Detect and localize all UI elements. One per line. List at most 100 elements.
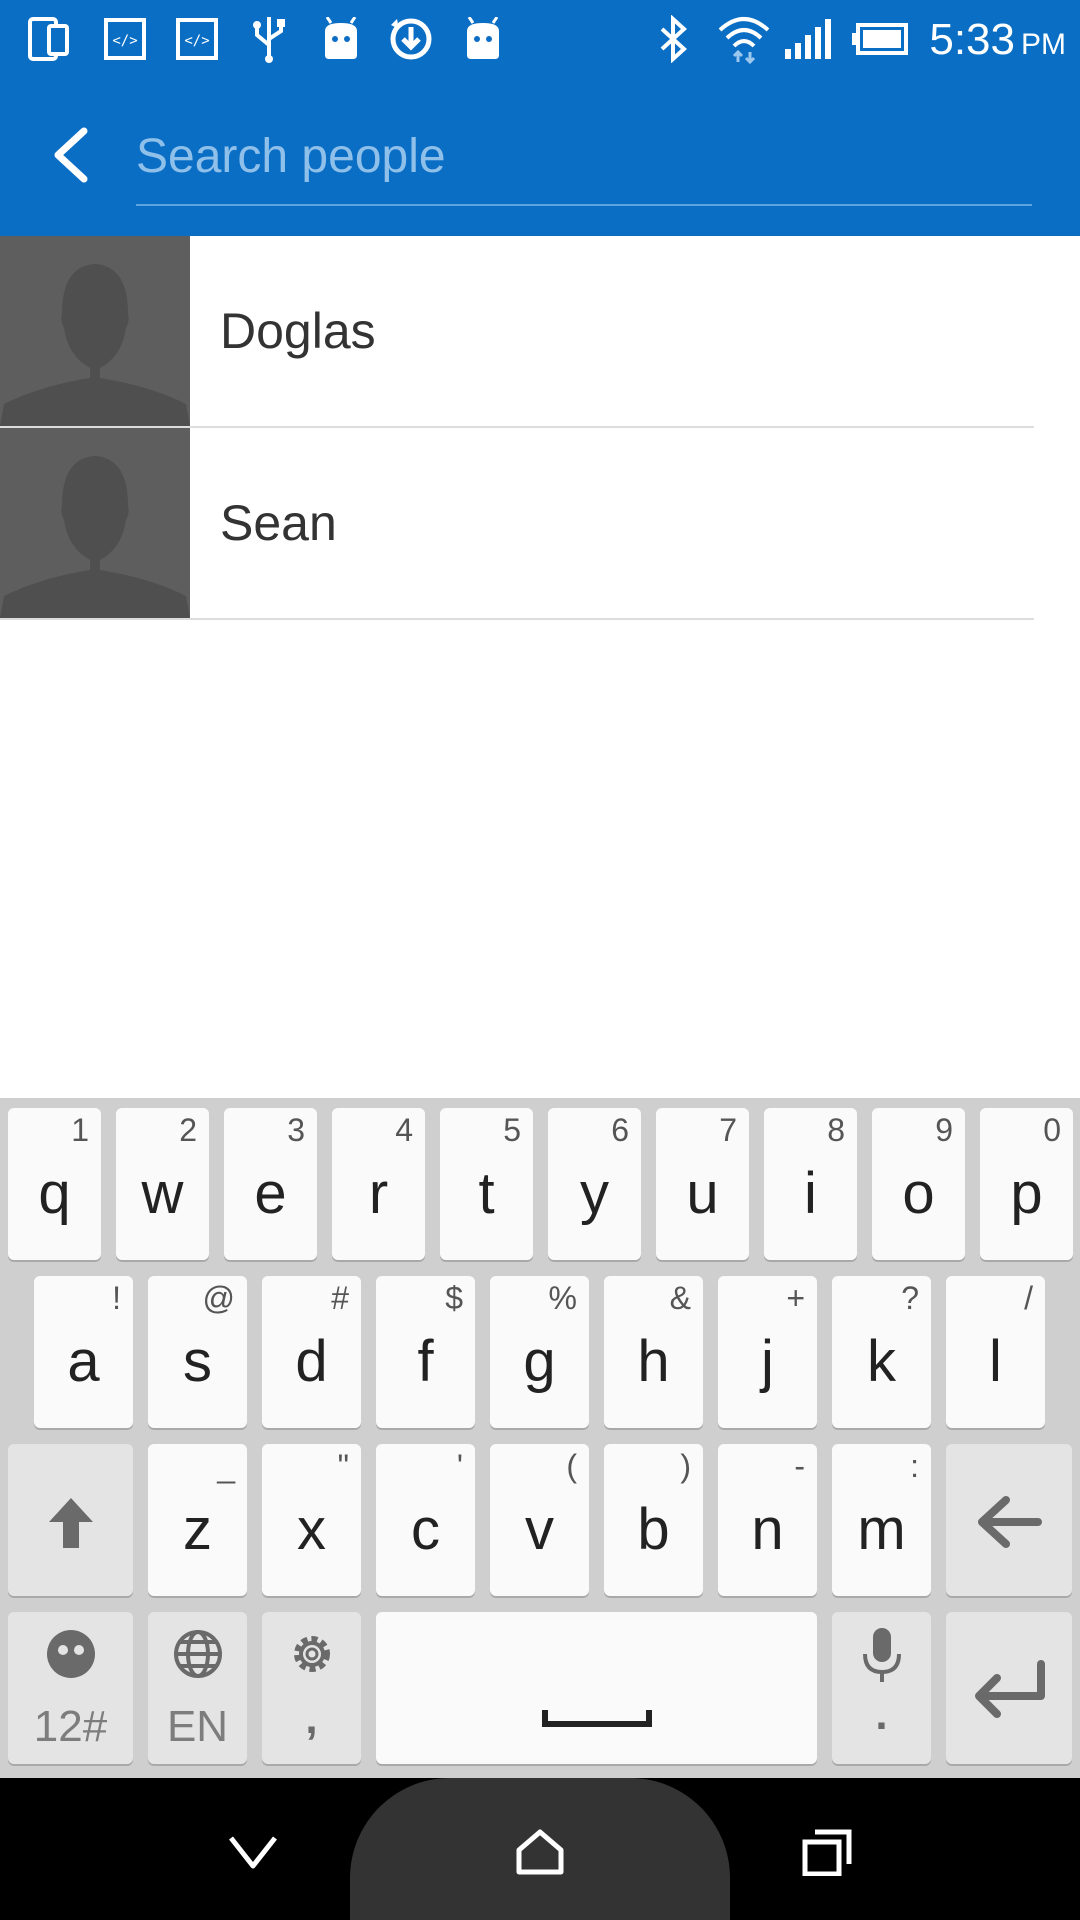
key-label: m bbox=[857, 1497, 906, 1562]
nav-recents-button[interactable] bbox=[782, 1814, 872, 1894]
key-f[interactable]: $ f bbox=[376, 1276, 475, 1428]
key-label: c bbox=[411, 1497, 440, 1562]
key-label: h bbox=[637, 1329, 670, 1394]
mic-period-key[interactable]: . bbox=[832, 1612, 931, 1764]
key-e[interactable]: 3e bbox=[224, 1108, 317, 1260]
app-bar bbox=[0, 78, 1080, 236]
key-a[interactable]: ! a bbox=[34, 1276, 133, 1428]
contact-name: Doglas bbox=[220, 303, 376, 359]
key-p[interactable]: 0p bbox=[980, 1108, 1073, 1260]
key-x[interactable]: " x bbox=[262, 1444, 361, 1596]
key-alt: + bbox=[786, 1280, 805, 1316]
recents-icon bbox=[801, 1828, 853, 1881]
key-alt: ' bbox=[456, 1448, 463, 1484]
key-k[interactable]: ? k bbox=[832, 1276, 931, 1428]
battery-icon bbox=[852, 14, 908, 64]
key-o[interactable]: 9o bbox=[872, 1108, 965, 1260]
keyboard: 1q 2w 3e 4r 5t 6y 7u 8i 9o 0p ! a @ s # d $… bbox=[0, 1098, 1080, 1778]
key-y[interactable]: 6y bbox=[548, 1108, 641, 1260]
shift-key[interactable] bbox=[8, 1444, 133, 1596]
settings-comma-key[interactable]: , bbox=[262, 1612, 361, 1764]
search-input[interactable] bbox=[136, 118, 1032, 194]
key-label: i bbox=[804, 1161, 817, 1226]
chevron-left-icon bbox=[48, 125, 92, 190]
microphone-icon bbox=[832, 1626, 931, 1689]
key-z[interactable]: _ z bbox=[148, 1444, 247, 1596]
android-icon bbox=[316, 14, 366, 64]
space-bar-icon bbox=[376, 1708, 817, 1733]
key-label: v bbox=[525, 1497, 554, 1562]
home-icon bbox=[515, 1828, 565, 1881]
key-alt: $ bbox=[445, 1280, 463, 1316]
key-b[interactable]: ) b bbox=[604, 1444, 703, 1596]
key-alt: ( bbox=[566, 1448, 577, 1484]
key-label: f bbox=[417, 1329, 434, 1394]
code-icon: </> bbox=[100, 14, 150, 64]
key-label: z bbox=[183, 1497, 212, 1562]
key-label: t bbox=[478, 1161, 495, 1226]
contact-list: Doglas Sean bbox=[0, 236, 1080, 620]
divider bbox=[0, 618, 1034, 620]
search-underline bbox=[136, 204, 1032, 206]
key-m[interactable]: :m bbox=[832, 1444, 931, 1596]
default-person-avatar bbox=[0, 428, 190, 618]
key-label: g bbox=[523, 1329, 556, 1394]
comma-label: , bbox=[305, 1694, 318, 1743]
key-label: j bbox=[761, 1329, 774, 1394]
key-s[interactable]: @ s bbox=[148, 1276, 247, 1428]
nav-home-button[interactable] bbox=[495, 1814, 585, 1894]
contact-name: Sean bbox=[220, 495, 337, 551]
key-alt: " bbox=[337, 1448, 349, 1484]
key-alt: / bbox=[1024, 1280, 1033, 1316]
language-key[interactable]: EN bbox=[148, 1612, 247, 1764]
key-alt: 4 bbox=[395, 1112, 413, 1148]
android-icon bbox=[458, 14, 508, 64]
key-label: p bbox=[1010, 1161, 1043, 1226]
key-t[interactable]: 5t bbox=[440, 1108, 533, 1260]
key-alt: ! bbox=[112, 1280, 121, 1316]
backspace-key[interactable] bbox=[946, 1444, 1072, 1596]
symbols-key[interactable]: 12# bbox=[8, 1612, 133, 1764]
key-label: l bbox=[989, 1329, 1002, 1394]
key-g[interactable]: % g bbox=[490, 1276, 589, 1428]
key-label: b bbox=[637, 1497, 670, 1562]
clock-ampm: PM bbox=[1021, 28, 1066, 61]
phone-tablet-icon bbox=[24, 14, 74, 64]
key-u[interactable]: 7u bbox=[656, 1108, 749, 1260]
default-person-avatar bbox=[0, 236, 190, 426]
list-item[interactable]: Doglas bbox=[0, 236, 1080, 428]
key-i[interactable]: 8i bbox=[764, 1108, 857, 1260]
key-h[interactable]: & h bbox=[604, 1276, 703, 1428]
key-d[interactable]: # d bbox=[262, 1276, 361, 1428]
enter-key[interactable] bbox=[946, 1612, 1072, 1764]
language-label: EN bbox=[166, 1702, 229, 1751]
key-w[interactable]: 2w bbox=[116, 1108, 209, 1260]
key-label: u bbox=[686, 1161, 719, 1226]
key-label: d bbox=[295, 1329, 328, 1394]
back-button[interactable] bbox=[30, 112, 110, 202]
backspace-arrow-left-icon bbox=[946, 1494, 1072, 1555]
nav-back-button[interactable] bbox=[208, 1814, 298, 1894]
key-q[interactable]: 1q bbox=[8, 1108, 101, 1260]
navigation-bar bbox=[0, 1778, 1080, 1920]
key-l[interactable]: / l bbox=[946, 1276, 1045, 1428]
key-n[interactable]: -n bbox=[718, 1444, 817, 1596]
list-item[interactable]: Sean bbox=[0, 428, 1080, 620]
key-label: k bbox=[867, 1329, 896, 1394]
space-key[interactable] bbox=[376, 1612, 817, 1764]
key-c[interactable]: ' c bbox=[376, 1444, 475, 1596]
key-label: n bbox=[751, 1497, 784, 1562]
key-alt: ? bbox=[901, 1280, 919, 1316]
key-label: s bbox=[183, 1329, 212, 1394]
key-alt: 5 bbox=[503, 1112, 521, 1148]
key-v[interactable]: (v bbox=[490, 1444, 589, 1596]
gear-icon bbox=[262, 1628, 361, 1685]
key-alt: 1 bbox=[71, 1112, 89, 1148]
key-j[interactable]: + j bbox=[718, 1276, 817, 1428]
key-alt: 9 bbox=[935, 1112, 953, 1148]
period-label: . bbox=[875, 1690, 888, 1739]
key-r[interactable]: 4r bbox=[332, 1108, 425, 1260]
svg-text:</>: </> bbox=[184, 33, 209, 49]
key-label: q bbox=[38, 1161, 71, 1226]
key-alt: - bbox=[794, 1448, 805, 1484]
